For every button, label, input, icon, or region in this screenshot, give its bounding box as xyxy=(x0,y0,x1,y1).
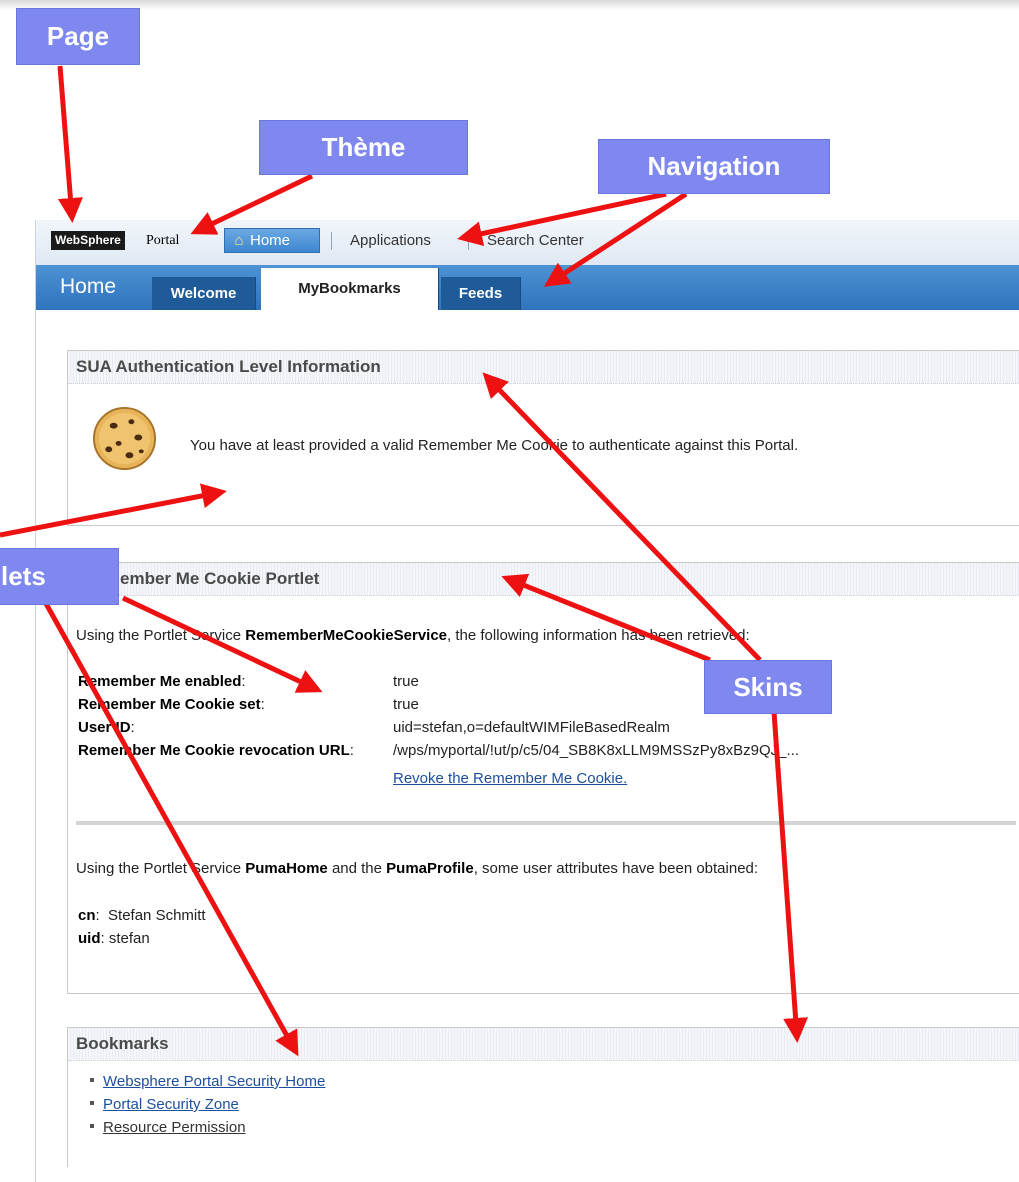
annotation-navigation-label: Navigation xyxy=(598,139,830,194)
annotation-page-text: Page xyxy=(46,21,110,51)
annotation-arrows xyxy=(0,65,809,1057)
annotation-skins-label: Skins xyxy=(704,660,832,714)
arrow-page xyxy=(57,65,83,223)
annotation-theme-text: Thème xyxy=(321,132,406,162)
arrow-skins-rmc xyxy=(501,573,711,663)
arrow-portlets-rmc xyxy=(121,595,323,693)
arrow-portlets-bookmarks xyxy=(41,598,299,1057)
annotation-skins-text: Skins xyxy=(733,672,803,702)
annotation-navigation-text: Navigation xyxy=(647,151,781,181)
arrow-theme xyxy=(190,173,314,235)
arrow-portlets-sua xyxy=(0,483,227,538)
annotation-portlets-text: lets xyxy=(1,561,46,591)
annotation-portlets-label: lets xyxy=(0,548,119,605)
arrow-skins-bookmarks xyxy=(771,711,809,1043)
annotation-page-label: Page xyxy=(16,8,140,65)
arrow-skins-sua xyxy=(482,372,762,662)
arrow-navigation-tabs xyxy=(543,191,688,287)
arrow-navigation-applications xyxy=(457,191,667,247)
annotation-theme-label: Thème xyxy=(259,120,468,175)
